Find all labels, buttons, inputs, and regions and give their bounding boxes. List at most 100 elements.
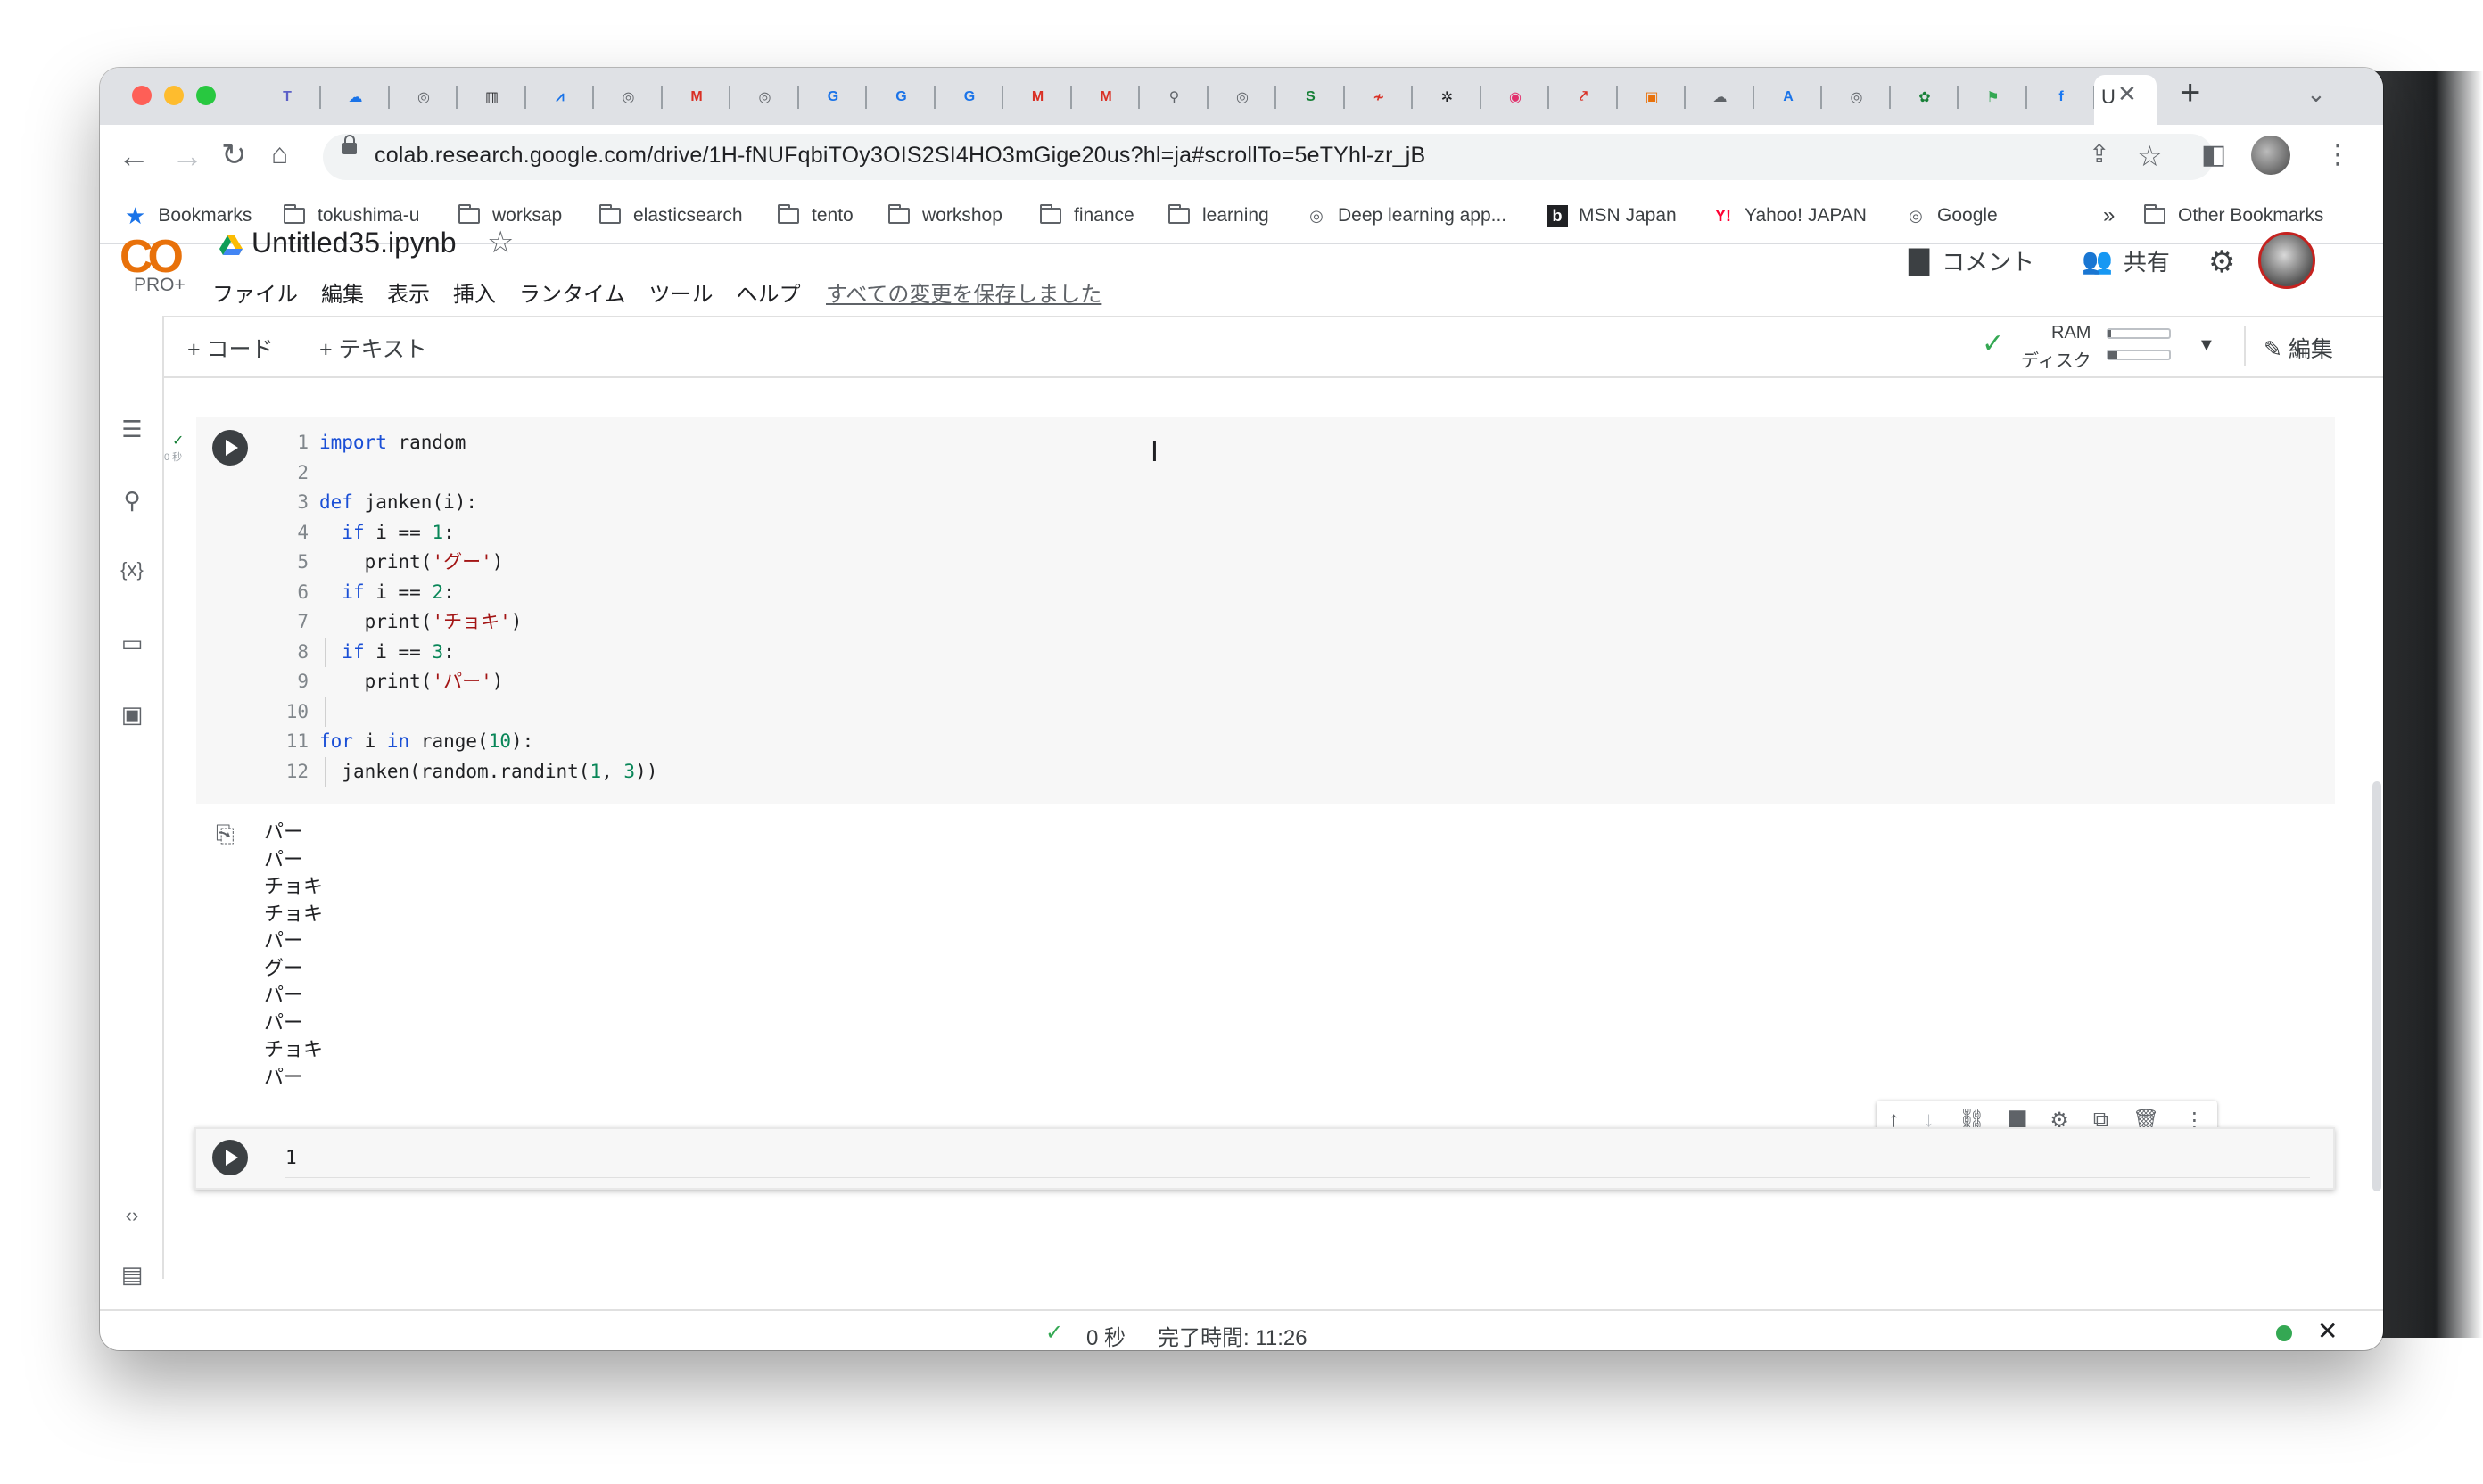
browser-tab[interactable]: M (1077, 75, 1134, 120)
text-cursor-icon: I (1151, 435, 1159, 467)
add-text-button[interactable]: + テキスト (319, 332, 427, 364)
code-cell-empty[interactable]: 1 (194, 1127, 2335, 1190)
calendar-icon[interactable]: ▣ (118, 701, 146, 729)
bookmark-yahoo-japan[interactable]: Y! Yahoo! JAPAN (1712, 189, 1867, 243)
instagram-icon: ◉ (1509, 90, 1522, 105)
tab-search-chevron-icon[interactable]: ⌄ (2306, 80, 2326, 108)
code-line: 6 if i == 2: (268, 578, 657, 608)
code-line: 10 (268, 697, 657, 728)
browser-tab[interactable]: ☁ (1692, 75, 1749, 120)
bookmark-folder-finance[interactable]: finance (1040, 189, 1134, 243)
scrollbar[interactable] (2372, 781, 2381, 1191)
browser-tab[interactable]: ▣ (1623, 75, 1680, 120)
browser-tab[interactable]: ✲ (1419, 75, 1476, 120)
browser-tab[interactable]: ◎ (1214, 75, 1271, 120)
browser-tab[interactable]: A (1760, 75, 1817, 120)
new-tab-button[interactable]: + (2180, 73, 2200, 113)
search-icon[interactable]: ⚲ (118, 487, 146, 515)
code-snippets-icon[interactable]: ‹› (118, 1204, 146, 1227)
bookmark-folder-workshop[interactable]: workshop (888, 189, 1002, 243)
code-token: 1 (590, 760, 602, 782)
variables-icon[interactable]: {x} (118, 558, 146, 581)
files-folder-icon[interactable]: ▭ (118, 630, 146, 657)
bookmark-folder-tento[interactable]: tento (778, 189, 854, 243)
browser-tab[interactable]: S (1283, 75, 1340, 120)
browser-tab[interactable]: G (873, 75, 930, 120)
close-status-icon[interactable]: ✕ (2317, 1316, 2338, 1346)
browser-tab[interactable]: ✿ (1896, 75, 1953, 120)
bookmark-msn-japan[interactable]: b MSN Japan (1547, 189, 1677, 243)
code-token: import (319, 432, 387, 453)
forward-icon[interactable]: → (171, 137, 203, 175)
run-cell-button[interactable] (212, 1140, 248, 1175)
command-palette-icon[interactable]: ▤ (118, 1261, 146, 1289)
close-tab-icon[interactable]: ✕ (2117, 80, 2137, 108)
menu-runtime[interactable]: ランタイム (519, 276, 626, 308)
browser-tab[interactable]: ⤤ (1555, 75, 1613, 120)
browser-tab[interactable]: ⚑ (1965, 75, 2022, 120)
browser-tab[interactable]: ▥ (464, 75, 521, 120)
tab-separator (1888, 86, 1891, 109)
bookmark-star-icon[interactable]: ☆ (2137, 139, 2163, 173)
menu-file[interactable]: ファイル (212, 276, 298, 308)
browser-menu-icon[interactable]: ⋮ (2324, 139, 2351, 170)
share-button[interactable]: 👥 共有 (2082, 244, 2170, 277)
browser-tab[interactable]: f (2033, 75, 2090, 120)
code-token: print (364, 611, 421, 632)
table-of-contents-icon[interactable]: ☰ (118, 416, 146, 443)
browser-tab[interactable]: M (1010, 75, 1067, 120)
code-editor[interactable]: 1 import random 2 3 def janken(i): 4 if i == … (268, 428, 658, 787)
folder-icon (599, 204, 621, 224)
bookmark-folder-elasticsearch[interactable]: elasticsearch (599, 189, 743, 243)
maximize-window-button[interactable] (196, 86, 216, 105)
add-code-button[interactable]: + コード (187, 332, 274, 364)
menu-view[interactable]: 表示 (387, 276, 430, 308)
browser-tab[interactable]: M (668, 75, 725, 120)
star-notebook-icon[interactable]: ☆ (487, 225, 514, 260)
menu-insert[interactable]: 挿入 (453, 276, 496, 308)
comment-button[interactable]: ▇ コメント (1909, 244, 2034, 277)
side-panel-icon[interactable]: ◧ (2201, 139, 2226, 170)
home-icon[interactable]: ⌂ (271, 137, 288, 170)
close-window-button[interactable] (132, 86, 152, 105)
output-line: チョキ (264, 875, 324, 897)
user-avatar[interactable] (2258, 232, 2315, 289)
browser-tab[interactable]: G (941, 75, 998, 120)
run-cell-button[interactable] (212, 430, 248, 466)
menu-edit[interactable]: 編集 (321, 276, 364, 308)
browser-tab[interactable]: ≁ (1350, 75, 1407, 120)
notebook-title[interactable]: Untitled35.ipynb (252, 227, 456, 260)
bookmark-google[interactable]: ◎ Google (1905, 189, 1998, 243)
bookmarks-overflow-button[interactable]: » (2103, 189, 2115, 243)
bookmark-folder-learning[interactable]: learning (1168, 189, 1269, 243)
menu-tools[interactable]: ツール (649, 276, 714, 308)
browser-tab[interactable]: ◎ (1828, 75, 1885, 120)
output-clear-icon[interactable]: ⎘ (216, 820, 235, 849)
code-token: janken(random.randint( (342, 760, 590, 782)
minimize-window-button[interactable] (164, 86, 184, 105)
settings-gear-icon[interactable]: ⚙ (2208, 244, 2235, 280)
bookmark-deep-learning-app[interactable]: ◎ Deep learning app... (1306, 189, 1506, 243)
save-status[interactable]: すべての変更を保存しました (826, 276, 1101, 308)
folder-icon (2144, 204, 2165, 224)
browser-tab[interactable]: ◎ (395, 75, 452, 120)
edit-button[interactable]: ✎ 編集 (2264, 332, 2333, 364)
browser-tab[interactable]: ◎ (600, 75, 657, 120)
share-page-icon[interactable]: ⇪ (2089, 139, 2109, 169)
browser-tab[interactable]: G (804, 75, 862, 120)
status-bar: ✓ 0 秒 完了時間: 11:26 ✕ (100, 1309, 2383, 1350)
browser-tab[interactable]: ⩘ (532, 75, 589, 120)
browser-tab[interactable]: ◉ (1487, 75, 1544, 120)
browser-tab[interactable]: ☁ (327, 75, 384, 120)
back-icon[interactable]: ← (118, 137, 150, 175)
browser-tab[interactable]: ⚲ (1146, 75, 1203, 120)
browser-tab[interactable]: T (259, 75, 316, 120)
reload-icon[interactable]: ↻ (221, 137, 247, 173)
resources-dropdown-icon[interactable]: ▼ (2198, 335, 2215, 356)
url-text[interactable]: colab.research.google.com/drive/1H-fNUFq… (375, 143, 1425, 169)
browser-profile-avatar[interactable] (2251, 136, 2290, 175)
browser-tab[interactable]: ◎ (737, 75, 794, 120)
menu-help[interactable]: ヘルプ (737, 276, 801, 308)
code-input[interactable] (285, 1142, 2310, 1178)
